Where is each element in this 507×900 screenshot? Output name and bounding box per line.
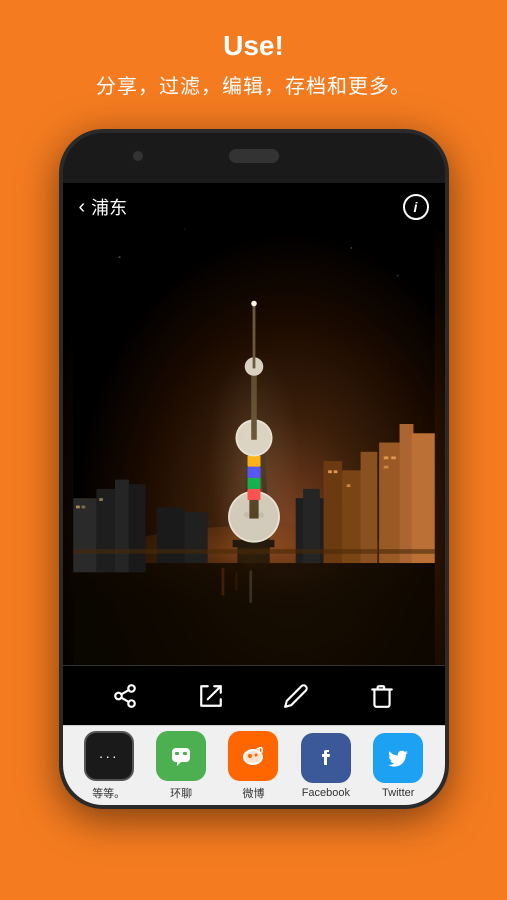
phone-camera: [133, 151, 143, 161]
phone-speaker: [229, 149, 279, 163]
app-facebook[interactable]: Facebook: [291, 733, 361, 799]
twitter-label: Twitter: [382, 787, 414, 799]
info-icon: i: [414, 199, 418, 215]
facebook-icon-svg: [310, 742, 342, 774]
apps-row: ··· 等等。: [63, 725, 445, 805]
phone-mockup: ‹ 浦东 i: [59, 129, 449, 809]
delete-icon: [369, 683, 395, 709]
hangout-app-icon: [156, 731, 206, 781]
location-title: 浦东: [91, 194, 127, 220]
top-section: Use! 分享，过滤，编辑，存档和更多。: [0, 0, 507, 119]
hangout-icon-svg: [165, 740, 197, 772]
delete-button[interactable]: [360, 674, 404, 718]
import-button[interactable]: [189, 674, 233, 718]
edit-button[interactable]: [274, 674, 318, 718]
back-button[interactable]: ‹ 浦东: [79, 194, 128, 220]
main-title: Use!: [223, 30, 284, 62]
more-symbol: ···: [99, 748, 119, 764]
city-background: [63, 183, 445, 665]
app-hangout[interactable]: 环聊: [146, 731, 216, 801]
info-button[interactable]: i: [403, 194, 429, 220]
hangout-label: 环聊: [170, 785, 192, 801]
twitter-icon-svg: [382, 742, 414, 774]
skyline-svg: [63, 183, 445, 665]
screen-content: ‹ 浦东 i: [63, 183, 445, 805]
app-more[interactable]: ··· 等等。: [74, 731, 144, 801]
more-label: 等等。: [92, 785, 125, 801]
main-subtitle: 分享，过滤，编辑，存档和更多。: [96, 70, 411, 99]
phone-frame: ‹ 浦东 i: [59, 129, 449, 809]
twitter-app-icon: [373, 733, 423, 783]
toolbar-row: [63, 665, 445, 725]
more-app-icon: ···: [84, 731, 134, 781]
weibo-icon-svg: [237, 740, 269, 772]
share-button[interactable]: [103, 674, 147, 718]
edit-icon: [283, 683, 309, 709]
back-chevron-icon: ‹: [79, 196, 86, 219]
screen-header: ‹ 浦东 i: [63, 183, 445, 231]
app-weibo[interactable]: 微博: [218, 731, 288, 801]
share-icon: [112, 683, 138, 709]
import-icon: [198, 683, 224, 709]
phone-top-bar: [63, 133, 445, 183]
weibo-app-icon: [228, 731, 278, 781]
weibo-label: 微博: [242, 785, 264, 801]
facebook-label: Facebook: [302, 787, 350, 799]
app-twitter[interactable]: Twitter: [363, 733, 433, 799]
facebook-app-icon: [301, 733, 351, 783]
city-photo: [63, 183, 445, 665]
